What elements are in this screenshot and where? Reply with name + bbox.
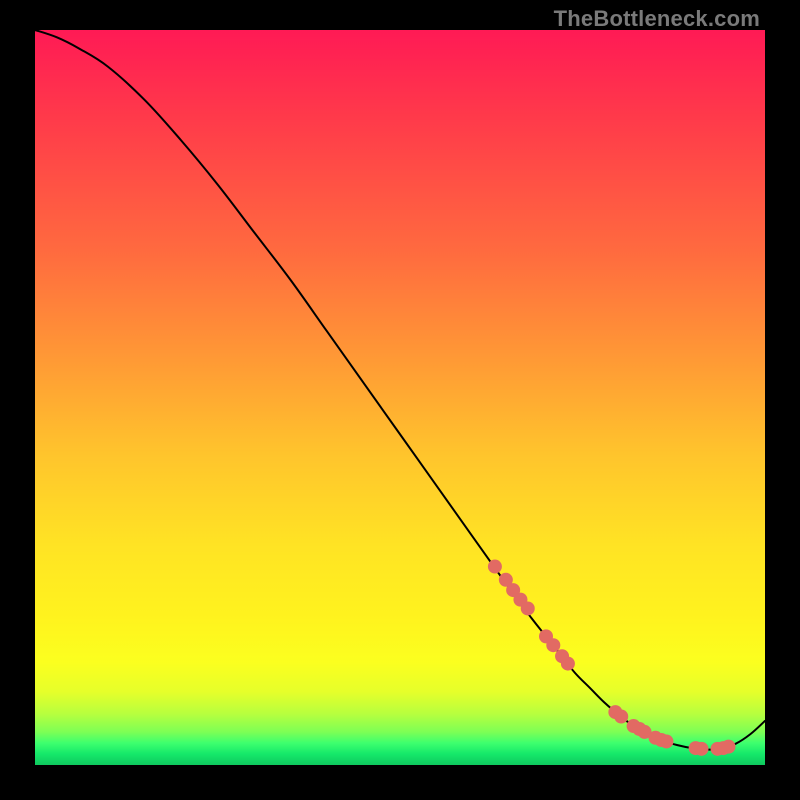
highlight-dot <box>561 657 575 671</box>
chart-frame: TheBottleneck.com <box>0 0 800 800</box>
watermark-text: TheBottleneck.com <box>554 6 760 32</box>
highlight-dot <box>488 560 502 574</box>
highlight-dot <box>722 740 736 754</box>
highlight-dot <box>694 742 708 756</box>
main-curve <box>35 30 765 750</box>
plot-area <box>35 30 765 765</box>
highlight-dot <box>521 601 535 615</box>
chart-overlay <box>35 30 765 765</box>
highlight-dots <box>488 560 736 756</box>
highlight-dot <box>614 709 628 723</box>
highlight-dot <box>546 638 560 652</box>
highlight-dot <box>659 734 673 748</box>
